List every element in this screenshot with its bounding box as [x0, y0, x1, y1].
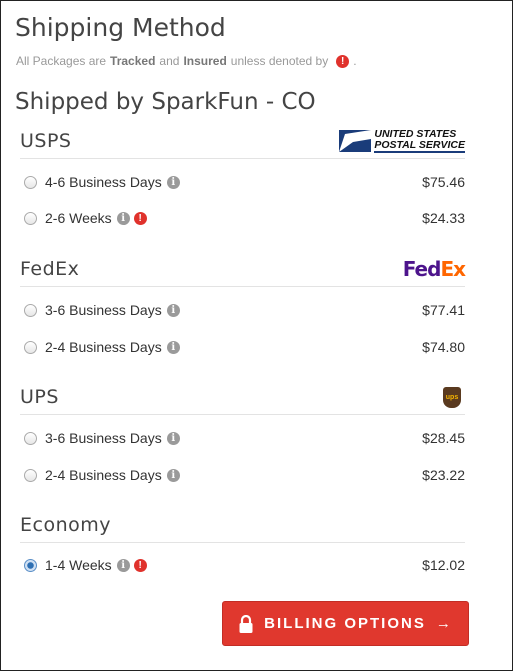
warning-icon: ! [336, 54, 350, 68]
note-and: and [159, 54, 180, 68]
carrier-header: USPS UNITED STATES POSTAL SERVICE [20, 124, 465, 159]
carrier-header: FedEx FedEx [20, 252, 466, 287]
option-price: $12.02 [422, 557, 465, 573]
shipped-by-heading: Shipped by SparkFun - CO [15, 89, 316, 115]
shipping-option[interactable]: 4-6 Business Days i $75.46 [20, 171, 465, 193]
option-price: $74.80 [422, 339, 465, 355]
option-radio[interactable] [24, 211, 37, 225]
fedex-logo-ex: Ex [440, 257, 466, 281]
note-prefix: All Packages are [16, 54, 107, 68]
arrow-right-icon: → [435, 615, 453, 632]
carrier-ups: UPS ups 3-6 Business Days i $28.45 2-4 B… [20, 380, 465, 483]
option-radio[interactable] [24, 468, 37, 482]
fedex-logo-fe: Fed [402, 257, 442, 281]
usps-logo: UNITED STATES POSTAL SERVICE [339, 129, 465, 153]
warning-icon: ! [133, 211, 147, 225]
carrier-header: UPS ups [20, 380, 465, 415]
option-radio[interactable] [24, 431, 37, 445]
info-icon[interactable]: i [166, 303, 180, 317]
option-label: 2-4 Business Days [45, 339, 162, 355]
carrier-name: FedEx [20, 258, 80, 280]
shipping-panel: Shipping Method All Packages are Tracked… [0, 0, 513, 671]
option-label: 4-6 Business Days [45, 174, 162, 190]
option-label: 2-6 Weeks [45, 210, 112, 226]
carrier-name: UPS [20, 386, 59, 408]
usps-eagle-icon [339, 130, 372, 152]
warning-icon: ! [133, 558, 147, 572]
option-label: 3-6 Business Days [45, 302, 162, 318]
info-icon[interactable]: i [166, 468, 180, 482]
shipping-option[interactable]: 3-6 Business Days i $28.45 [20, 427, 465, 449]
info-icon[interactable]: i [116, 211, 130, 225]
carrier-economy: Economy 1-4 Weeks i ! $12.02 [20, 508, 465, 573]
billing-button-label: BILLING OPTIONS [264, 615, 426, 632]
option-radio-selected[interactable] [24, 558, 37, 572]
carrier-usps: USPS UNITED STATES POSTAL SERVICE 4-6 Bu… [20, 124, 465, 226]
option-label: 2-4 Business Days [45, 467, 162, 483]
info-icon[interactable]: i [166, 431, 180, 445]
usps-wordmark: UNITED STATES POSTAL SERVICE [374, 129, 465, 153]
option-radio[interactable] [24, 303, 37, 317]
tracking-note: All Packages are Tracked and Insured unl… [16, 54, 357, 68]
option-price: $77.41 [422, 302, 465, 318]
usps-wordmark-line2: POSTAL SERVICE [374, 139, 465, 151]
shipping-option[interactable]: 2-6 Weeks i ! $24.33 [20, 207, 465, 229]
carrier-header: Economy [20, 508, 465, 543]
lock-icon [239, 614, 253, 633]
shipping-option[interactable]: 1-4 Weeks i ! $12.02 [20, 554, 465, 576]
option-price: $28.45 [422, 430, 465, 446]
fedex-logo: FedEx [402, 257, 466, 281]
carrier-fedex: FedEx FedEx 3-6 Business Days i $77.41 2… [20, 252, 466, 355]
shipping-option[interactable]: 2-4 Business Days i $74.80 [20, 336, 465, 358]
carrier-name: USPS [20, 130, 72, 152]
info-icon[interactable]: i [116, 558, 130, 572]
option-label: 3-6 Business Days [45, 430, 162, 446]
info-icon[interactable]: i [166, 175, 180, 189]
note-tracked: Tracked [110, 54, 156, 68]
carrier-name: Economy [20, 514, 111, 536]
option-label: 1-4 Weeks [45, 557, 112, 573]
option-radio[interactable] [24, 175, 37, 189]
option-price: $23.22 [422, 467, 465, 483]
note-insured: Insured [183, 54, 227, 68]
option-radio[interactable] [24, 340, 37, 354]
shipping-option[interactable]: 3-6 Business Days i $77.41 [20, 299, 465, 321]
ups-shield-icon: ups [443, 386, 461, 408]
shipping-option[interactable]: 2-4 Business Days i $23.22 [20, 464, 465, 486]
page-title: Shipping Method [15, 13, 226, 42]
note-end: . [353, 54, 357, 68]
info-icon[interactable]: i [166, 340, 180, 354]
option-price: $75.46 [422, 174, 465, 190]
note-suffix: unless denoted by [230, 54, 329, 68]
billing-options-button[interactable]: BILLING OPTIONS → [222, 601, 469, 646]
option-price: $24.33 [422, 210, 465, 226]
